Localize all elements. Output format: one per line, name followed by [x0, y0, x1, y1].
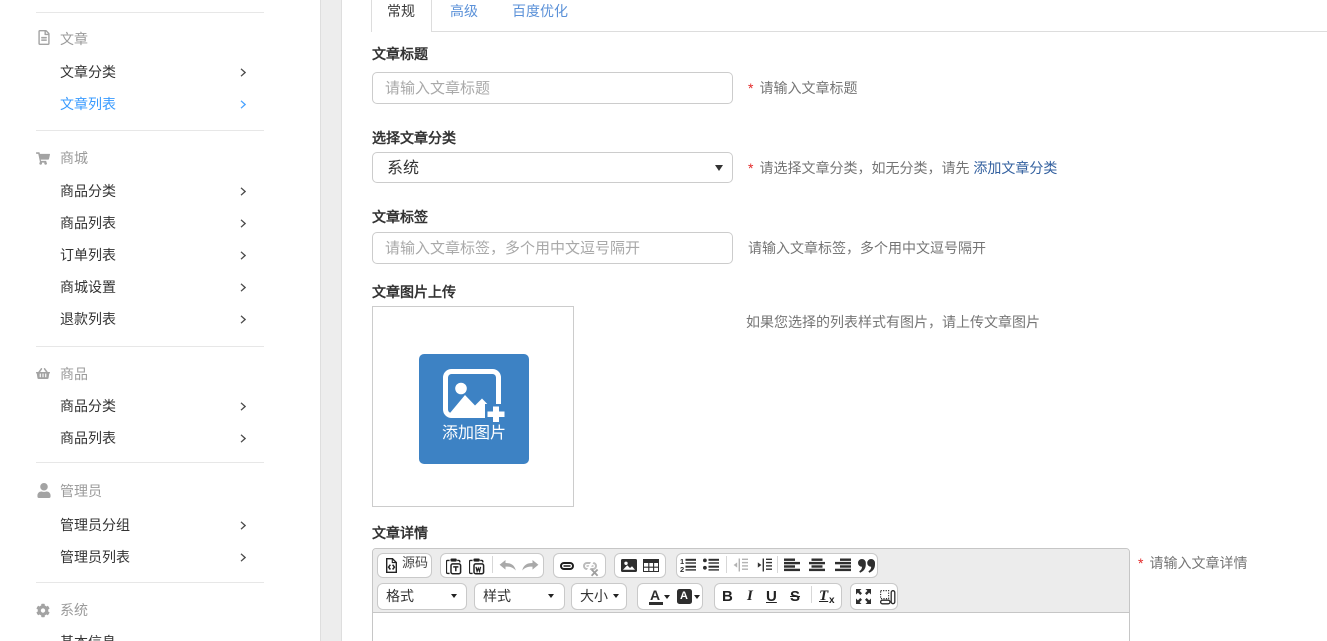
svg-text:2: 2	[680, 565, 684, 572]
